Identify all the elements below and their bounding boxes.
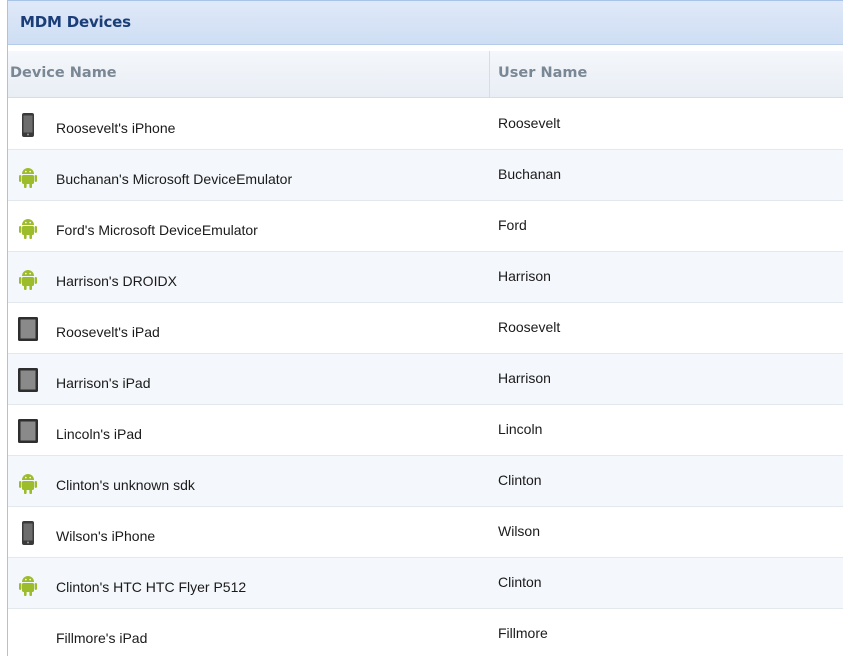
device-name-cell: Harrison's iPad [56,375,151,391]
user-name-cell: Roosevelt [498,115,561,131]
user-name-cell: Fillmore [498,625,548,641]
column-header-user-name[interactable]: User Name [498,65,587,81]
column-headers: Device Name User Name [8,51,843,98]
table-row[interactable]: Ford's Microsoft DeviceEmulator Ford [8,201,843,252]
device-name-cell: Harrison's DROIDX [56,273,177,289]
table-row[interactable]: Lincoln's iPad Lincoln [8,405,843,456]
table-row[interactable]: Clinton's unknown sdk Clinton [8,456,843,507]
panel-title: MDM Devices [20,13,131,31]
device-name-cell: Fillmore's iPad [56,630,148,646]
table-row[interactable]: Harrison's iPad Harrison [8,354,843,405]
device-name-cell: Wilson's iPhone [56,528,156,544]
table-row[interactable]: Wilson's iPhone Wilson [8,507,843,558]
table-row[interactable]: Clinton's HTC HTC Flyer P512 Clinton [8,558,843,609]
device-name-cell: Buchanan's Microsoft DeviceEmulator [56,171,293,187]
table-row[interactable]: Fillmore's iPad Fillmore [8,609,843,656]
android-icon [16,213,40,241]
user-name-cell: Harrison [498,268,551,284]
device-name-cell: Roosevelt's iPad [56,324,160,340]
tablet-icon [16,417,40,445]
column-header-device-name[interactable]: Device Name [10,65,117,81]
android-icon [16,264,40,292]
android-icon [16,162,40,190]
table-row[interactable]: Roosevelt's iPad Roosevelt [8,303,843,354]
tablet-icon [16,366,40,394]
table-row[interactable]: Buchanan's Microsoft DeviceEmulator Bucha… [8,150,843,201]
panel-header: MDM Devices [8,1,843,45]
mdm-devices-panel: MDM Devices Device Name User Name Roosev… [7,0,843,656]
user-name-cell: Lincoln [498,421,543,437]
table-row[interactable]: Roosevelt's iPhone Roosevelt [8,99,843,150]
tablet-icon [16,315,40,343]
user-name-cell: Clinton [498,574,542,590]
user-name-cell: Clinton [498,472,542,488]
user-name-cell: Roosevelt [498,319,561,335]
user-name-cell: Ford [498,217,527,233]
table-row[interactable]: Harrison's DROIDX Harrison [8,252,843,303]
phone-icon [16,519,40,547]
device-name-cell: Ford's Microsoft DeviceEmulator [56,222,258,238]
android-icon [16,570,40,598]
device-name-cell: Lincoln's iPad [56,426,142,442]
phone-icon [16,111,40,139]
user-name-cell: Wilson [498,523,541,539]
android-icon [16,468,40,496]
device-name-cell: Roosevelt's iPhone [56,120,176,136]
user-name-cell: Buchanan [498,166,562,182]
device-name-cell: Clinton's unknown sdk [56,477,195,493]
column-separator [489,51,490,97]
user-name-cell: Harrison [498,370,551,386]
device-list: Roosevelt's iPhone Roosevelt Buchanan's Mi… [8,99,843,656]
device-name-cell: Clinton's HTC HTC Flyer P512 [56,579,247,595]
